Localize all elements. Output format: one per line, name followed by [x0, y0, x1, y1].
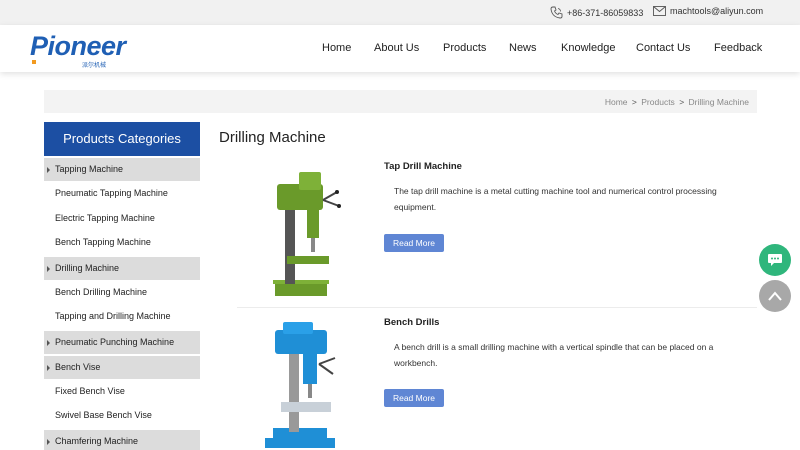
sidebar-item-label: Tapping and Drilling Machine [55, 311, 171, 321]
sidebar-item-label: Bench Drilling Machine [55, 286, 148, 297]
sidebar-item-label: Tapping Machine [55, 164, 124, 174]
site-logo[interactable]: Pioneer 派尔机械 [30, 30, 126, 69]
read-more-button[interactable]: Read More [384, 389, 444, 407]
breadcrumb-products[interactable]: Products [641, 97, 675, 107]
sidebar-item-label: Chamfering Machine [55, 435, 139, 446]
caret-right-icon [47, 167, 50, 173]
mail-icon [653, 6, 666, 16]
contact-phone[interactable]: +86-371-86059833 [550, 6, 643, 19]
product-description: The tap drill machine is a metal cutting… [394, 186, 717, 212]
back-to-top-button[interactable] [759, 280, 791, 312]
phone-number: +86-371-86059833 [567, 7, 644, 18]
sidebar-item-drilling-machine[interactable]: Drilling Machine [44, 256, 200, 280]
sidebar-item-label: Pneumatic Tapping Machine [55, 188, 168, 198]
sidebar-item-label: Bench Vise [55, 361, 101, 372]
sidebar-item-label: Drilling Machine [55, 262, 120, 273]
caret-right-icon [47, 364, 50, 371]
caret-right-icon [47, 339, 50, 346]
sidebar-item-pneumatic-tapping-machine[interactable]: Pneumatic Tapping Machine [44, 181, 200, 206]
chat-button[interactable] [759, 244, 791, 276]
sidebar-item-label: Fixed Bench Vise [55, 385, 125, 396]
logo-subtitle: 派尔机械 [82, 63, 107, 69]
sidebar-item-bench-tapping-machine[interactable]: Bench Tapping Machine [44, 230, 200, 255]
product-image-tap-drill-machine[interactable] [237, 164, 377, 304]
chevron-up-icon [768, 291, 782, 301]
nav-knowledge[interactable]: Knowledge [561, 42, 615, 54]
breadcrumb-trail: Home > Products > Drilling Machine [605, 97, 749, 107]
page-title: Drilling Machine [219, 129, 326, 146]
sidebar-item-chamfering-machine[interactable]: Chamfering Machine [44, 429, 200, 450]
sidebar-item-tapping-and-drilling-machine[interactable]: Tapping and Drilling Machine [44, 304, 200, 329]
sidebar-item-fixed-bench-vise[interactable]: Fixed Bench Vise [44, 378, 200, 403]
product-divider [237, 307, 757, 308]
sidebar-item-label: Swivel Base Bench Vise [55, 410, 152, 420]
chat-icon [768, 254, 782, 266]
category-sidebar: Products Categories Tapping Machine Pneu… [44, 122, 200, 450]
nav-home[interactable]: Home [322, 42, 351, 54]
read-more-button[interactable]: Read More [384, 234, 444, 252]
caret-right-icon [47, 265, 50, 272]
product-description: A bench drill is a small drilling machin… [394, 342, 714, 368]
sidebar-item-pneumatic-punching-machine[interactable]: Pneumatic Punching Machine [44, 330, 200, 354]
sidebar-item-label: Bench Tapping Machine [55, 237, 151, 247]
nav-contact-us[interactable]: Contact Us [636, 42, 690, 54]
logo-wordmark: Pioneer [30, 31, 126, 61]
sidebar-item-swivel-base-bench-vise[interactable]: Swivel Base Bench Vise [44, 403, 200, 428]
breadcrumb-separator: > [679, 97, 685, 107]
sidebar-item-tapping-machine[interactable]: Tapping Machine [44, 158, 200, 181]
email-address: machtools@aliyun.com [670, 6, 764, 16]
breadcrumb-separator: > [631, 97, 637, 107]
caret-right-icon [47, 438, 50, 445]
sidebar-item-bench-drilling-machine[interactable]: Bench Drilling Machine [44, 279, 200, 304]
sidebar-item-label: Electric Tapping Machine [55, 212, 155, 223]
sidebar-item-label: Pneumatic Punching Machine [55, 336, 175, 347]
nav-news[interactable]: News [509, 42, 537, 54]
nav-products[interactable]: Products [443, 42, 486, 54]
breadcrumb: Home > Products > Drilling Machine [44, 90, 757, 113]
phone-icon [550, 6, 563, 19]
logo-accent-dot [32, 60, 36, 64]
nav-feedback[interactable]: Feedback [714, 42, 762, 54]
product-image-bench-drills[interactable] [237, 316, 377, 450]
breadcrumb-home[interactable]: Home [605, 97, 628, 107]
product-name[interactable]: Tap Drill Machine [384, 161, 462, 172]
top-contact-bar: +86-371-86059833 machtools@aliyun.com [0, 0, 800, 25]
sidebar-title: Products Categories [44, 122, 200, 156]
contact-email[interactable]: machtools@aliyun.com [653, 6, 763, 16]
breadcrumb-current[interactable]: Drilling Machine [689, 97, 749, 107]
product-name[interactable]: Bench Drills [384, 317, 439, 328]
site-header: Pioneer 派尔机械 Home About Us Products News… [0, 25, 800, 72]
nav-about-us[interactable]: About Us [374, 42, 419, 54]
sidebar-item-bench-vise[interactable]: Bench Vise [44, 355, 200, 379]
sidebar-item-electric-tapping-machine[interactable]: Electric Tapping Machine [44, 205, 200, 230]
